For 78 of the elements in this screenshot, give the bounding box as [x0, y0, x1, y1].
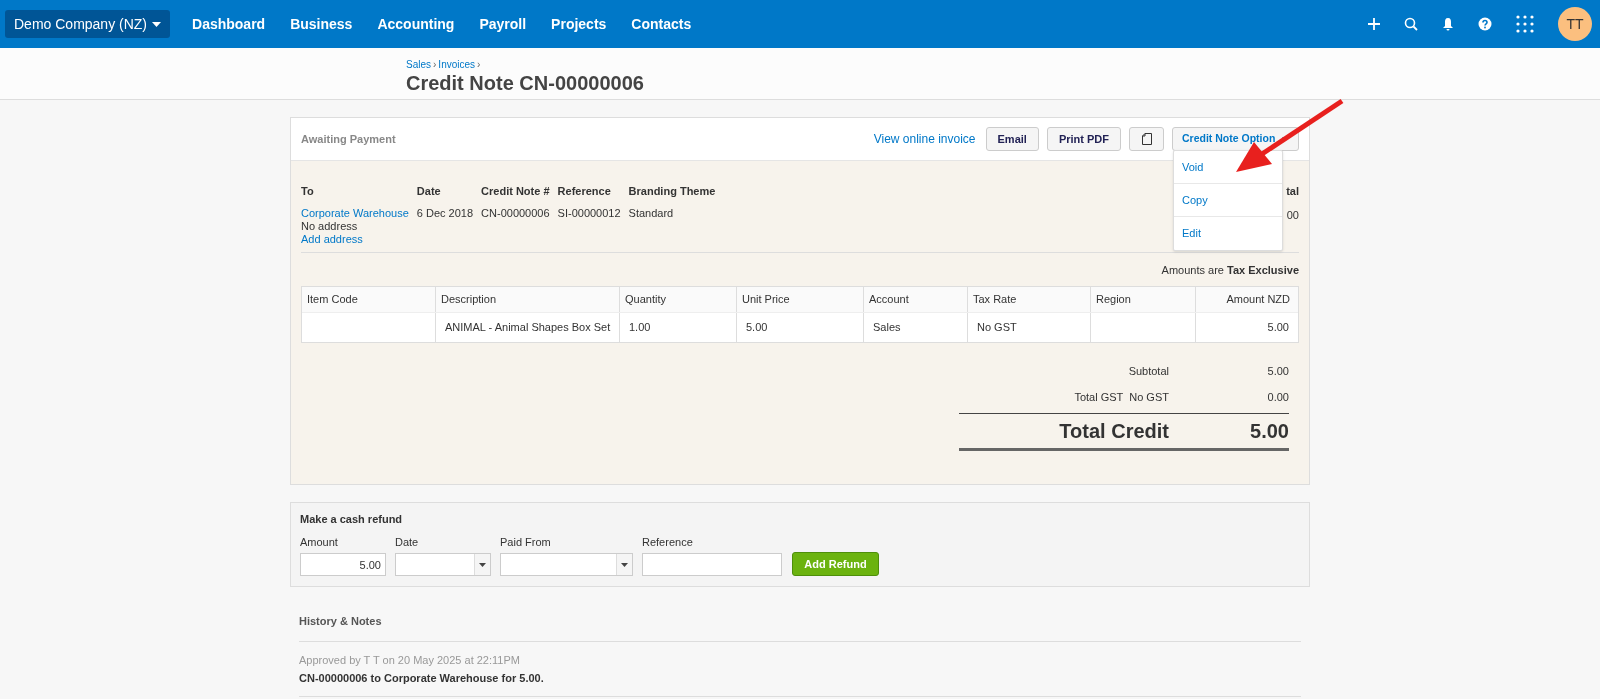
refund-title: Make a cash refund: [300, 512, 404, 527]
apps-grid-icon[interactable]: [1516, 15, 1534, 33]
detail-label: To: [301, 184, 315, 199]
history-title: History & Notes: [299, 614, 383, 629]
table-cell: 1.00: [620, 313, 737, 342]
dropdown-field[interactable]: [395, 553, 491, 576]
user-avatar[interactable]: TT: [1558, 7, 1592, 41]
column-header: Quantity: [620, 287, 737, 312]
column-header: Region: [1091, 287, 1196, 312]
caret-icon: [479, 562, 486, 567]
menu-item[interactable]: Copy: [1174, 184, 1282, 217]
total-credit-label: Total Credit: [1058, 419, 1169, 444]
detail-value: CN-00000006: [481, 206, 550, 220]
dropdown-field[interactable]: [500, 553, 633, 576]
caret-icon: [152, 21, 162, 27]
detail-label: Credit Note #: [481, 184, 550, 199]
breadcrumb-separator: ›: [476, 58, 482, 72]
toolbar-button[interactable]: Email: [985, 127, 1039, 151]
detail-link[interactable]: Add address: [301, 232, 409, 246]
detail-label: Reference: [557, 184, 612, 199]
detail-value: 00: [1286, 207, 1299, 223]
history-meta: Approved by T T on 20 May 2025 at 22:11PM: [299, 652, 521, 668]
totals-value: 5.00: [1266, 363, 1289, 379]
detail-value: Standard: [628, 206, 675, 220]
nav-link[interactable]: Accounting: [377, 13, 455, 35]
table-cell: ANIMAL - Animal Shapes Box Set: [436, 313, 620, 342]
add-refund-button[interactable]: Add Refund: [792, 552, 879, 576]
detail-value: SI-00000012: [557, 206, 621, 220]
history-text: CN-00000006 to Corporate Warehouse for 5.00.: [299, 671, 545, 686]
status-label: Awaiting Payment: [301, 131, 396, 147]
detail-label: tal: [1286, 184, 1299, 199]
detail-label: Branding Theme: [628, 184, 716, 199]
detail-value: 6 Dec 2018: [416, 206, 474, 220]
column-header: Unit Price: [737, 287, 864, 312]
totals-label: Subtotal: [1128, 363, 1169, 379]
totals-value: 0.00: [1266, 389, 1289, 405]
nav-link[interactable]: Business: [290, 13, 353, 35]
table-cell: 5.00: [737, 313, 864, 342]
view-online-link[interactable]: View online invoice: [873, 130, 976, 148]
nav-link[interactable]: Dashboard: [192, 13, 266, 35]
bell-icon[interactable]: [1442, 17, 1454, 31]
table-cell: Sales: [864, 313, 968, 342]
input-field[interactable]: [642, 553, 782, 576]
table-cell-text: 5.00: [1266, 320, 1290, 336]
table-cell: No GST: [968, 313, 1091, 342]
toolbar-button[interactable]: Print PDF: [1046, 127, 1121, 151]
detail-link[interactable]: Corporate Warehouse: [301, 206, 409, 220]
column-header: Amount NZD: [1225, 292, 1291, 308]
column-header: Tax Rate: [968, 287, 1091, 312]
column-header: Description: [436, 287, 620, 312]
copy-document-button[interactable]: [1129, 127, 1164, 151]
menu-item[interactable]: Edit: [1174, 217, 1282, 250]
breadcrumb-link[interactable]: Invoices: [438, 57, 476, 72]
nav-link[interactable]: Contacts: [631, 13, 692, 35]
detail-value: No address: [301, 219, 359, 233]
document-icon: [1141, 133, 1152, 145]
column-header: Item Code: [302, 287, 436, 312]
nav-link[interactable]: Projects: [551, 13, 607, 35]
field-label: Amount: [300, 534, 339, 550]
tax-mode-note: Amounts are Tax Exclusive: [1161, 262, 1299, 278]
add-icon[interactable]: [1368, 18, 1380, 30]
total-credit-value: 5.00: [1249, 419, 1289, 444]
options-dropdown-button[interactable]: Credit Note Option: [1172, 127, 1299, 151]
column-header: Account: [864, 287, 968, 312]
caret-icon: [621, 562, 628, 567]
nav-link[interactable]: Payroll: [479, 13, 527, 35]
detail-label: Date: [416, 184, 442, 199]
field-label: Reference: [642, 534, 694, 550]
help-icon[interactable]: [1478, 17, 1492, 31]
organisation-menu[interactable]: Demo Company (NZ): [5, 10, 171, 38]
page-title: Credit Note CN-00000006: [406, 72, 645, 94]
field-label: Paid From: [500, 534, 552, 550]
breadcrumb-separator: ›: [432, 58, 438, 72]
search-icon[interactable]: [1404, 17, 1418, 31]
field-label: Date: [395, 534, 420, 550]
totals-label: Total GST No GST: [1074, 389, 1169, 405]
input-field[interactable]: 5.00: [300, 553, 386, 576]
breadcrumb-link[interactable]: Sales: [406, 57, 431, 72]
